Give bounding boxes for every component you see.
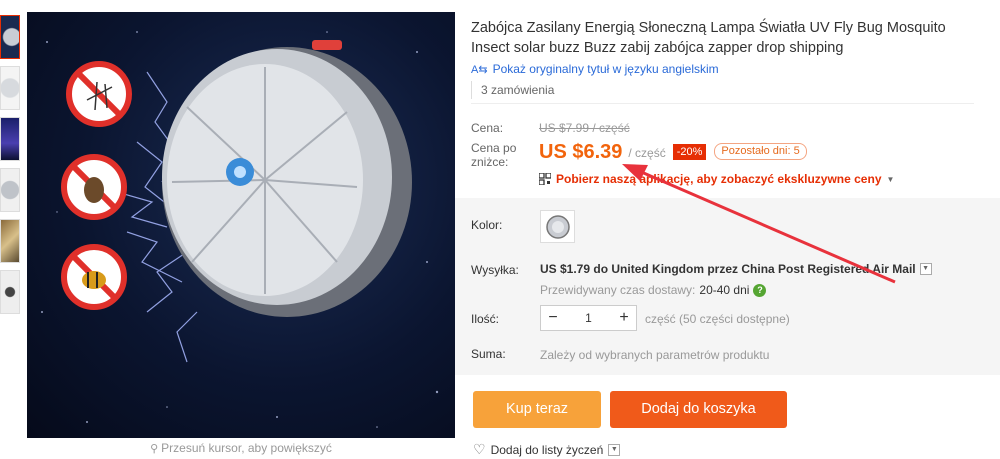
days-left-badge: Pozostało dni: 5: [714, 143, 807, 160]
thumbnail[interactable]: [0, 168, 20, 212]
color-label: Kolor:: [471, 218, 503, 232]
shipping-label: Wysyłka:: [471, 263, 519, 277]
discount-price-label: Cena po zniżce:: [471, 141, 517, 169]
quantity-stepper: − 1 +: [540, 305, 637, 331]
price-block: Cena: US $7.99 / część Cena po zniżce: U…: [471, 118, 991, 186]
no-wasp-icon: [61, 244, 127, 310]
product-main-image[interactable]: [27, 12, 455, 438]
magnifier-icon: ⚲: [150, 443, 159, 455]
zoom-hint: ⚲ Przesuń kursor, aby powiększyć: [150, 441, 332, 455]
orders-count: 3 zamówienia: [471, 81, 1000, 99]
translate-link[interactable]: A⇆ Pokaż oryginalny tytuł w języku angie…: [471, 62, 1000, 76]
no-mosquito-icon: [66, 61, 132, 127]
decrease-button[interactable]: −: [541, 309, 565, 327]
app-promo[interactable]: Pobierz naszą aplikację, aby zobaczyć ek…: [539, 172, 991, 186]
sum-label: Suma:: [471, 347, 506, 361]
discount-price: US $6.39: [539, 141, 623, 163]
translate-icon: A⇆: [471, 63, 488, 76]
product-info: Zabójca Zasilany Energią Słoneczną Lampa…: [471, 18, 1000, 104]
discount-badge: -20%: [672, 144, 707, 160]
buy-now-button[interactable]: Kup teraz: [473, 391, 601, 428]
thumbnail[interactable]: [0, 15, 20, 59]
heart-icon: ♡: [473, 441, 486, 457]
old-price-label: Cena:: [471, 121, 504, 135]
chevron-down-icon: ▼: [886, 174, 895, 184]
question-icon[interactable]: ?: [753, 283, 767, 297]
color-option[interactable]: [540, 210, 575, 243]
divider: [471, 103, 974, 104]
delivery-time: Przewidywany czas dostawy: 20-40 dni ?: [540, 283, 767, 297]
increase-button[interactable]: +: [612, 309, 636, 327]
thumbnail-list: [0, 15, 20, 321]
quantity-note: część (50 części dostępne): [645, 312, 790, 326]
price-unit: / część: [628, 146, 666, 160]
quantity-label: Ilość:: [471, 312, 500, 326]
shipping-method[interactable]: US $1.79 do United Kingdom przez China P…: [540, 262, 932, 276]
thumbnail[interactable]: [0, 66, 20, 110]
wishlist-button[interactable]: ♡ Dodaj do listy życzeń ▼: [473, 441, 621, 458]
thumbnail[interactable]: [0, 219, 20, 263]
quantity-input[interactable]: 1: [565, 311, 612, 325]
thumbnail[interactable]: [0, 117, 20, 161]
sum-value: Zależy od wybranych parametrów produktu: [540, 348, 770, 362]
product-photo: [41, 31, 439, 428]
chevron-down-icon[interactable]: ▼: [919, 263, 932, 275]
chevron-down-icon[interactable]: ▼: [608, 443, 621, 456]
options-panel: Kolor: Wysyłka: US $1.79 do United Kingd…: [455, 198, 1000, 375]
qr-code-icon: [539, 173, 551, 185]
thumbnail[interactable]: [0, 270, 20, 314]
old-price: US $7.99 / część: [539, 121, 630, 135]
add-to-cart-button[interactable]: Dodaj do koszyka: [610, 391, 787, 428]
no-fly-icon: [61, 154, 127, 220]
color-thumbnail: [545, 214, 570, 239]
product-title: Zabójca Zasilany Energią Słoneczną Lampa…: [471, 20, 946, 56]
